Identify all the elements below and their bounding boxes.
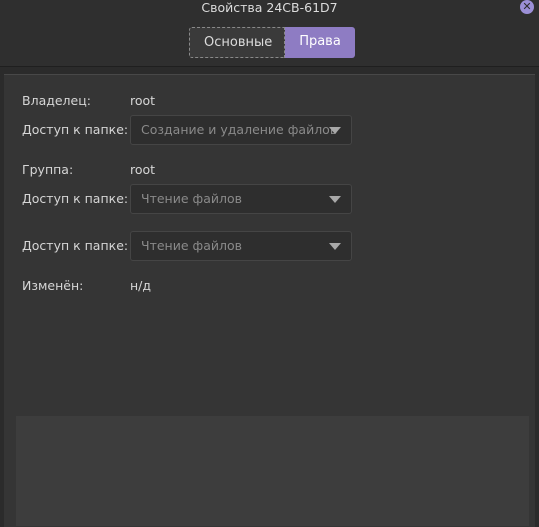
group-access-dropdown[interactable]: Чтение файлов <box>130 184 352 214</box>
owner-access-dropdown[interactable]: Создание и удаление файлов <box>130 115 352 145</box>
tab-basic[interactable]: Основные <box>189 27 285 58</box>
others-access-dropdown[interactable]: Чтение файлов <box>130 231 352 261</box>
owner-access-value: Создание и удаление файлов <box>141 122 338 137</box>
others-access-label: Доступ к папке: <box>22 238 129 253</box>
tab-bar: Основные Права <box>189 27 355 58</box>
group-access-value: Чтение файлов <box>141 191 242 206</box>
window-title: Свойства 24CB-61D7 <box>201 0 338 15</box>
others-access-value: Чтение файлов <box>141 238 242 253</box>
group-value: root <box>130 162 156 177</box>
owner-value: root <box>130 93 156 108</box>
group-access-label: Доступ к папке: <box>22 191 129 206</box>
chevron-down-icon <box>329 196 341 203</box>
owner-label: Владелец: <box>22 93 91 108</box>
tab-permissions[interactable]: Права <box>285 27 355 58</box>
modified-label: Изменён: <box>22 278 84 293</box>
chevron-down-icon <box>329 127 341 134</box>
close-icon[interactable]: ✕ <box>520 0 534 14</box>
owner-access-label: Доступ к папке: <box>22 122 129 137</box>
bottom-area <box>16 416 529 526</box>
group-label: Группа: <box>22 162 74 177</box>
title-bar: Свойства 24CB-61D7 ✕ Основные Права <box>0 0 539 67</box>
modified-value: н/д <box>130 278 152 293</box>
chevron-down-icon <box>329 243 341 250</box>
